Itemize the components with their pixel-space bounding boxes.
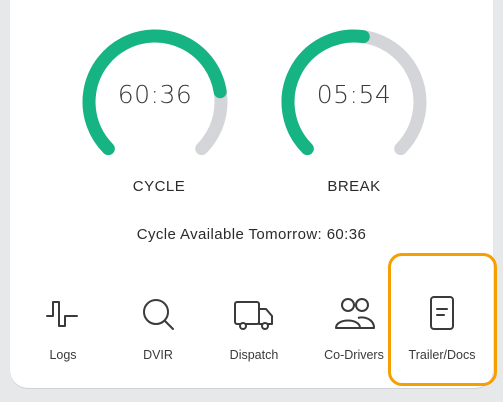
cycle-label: CYCLE: [132, 178, 186, 195]
truck-icon: [234, 301, 273, 330]
nav-dvir[interactable]: DVIR: [112, 292, 204, 372]
cycle-available-tomorrow: Cycle Available Tomorrow: 60:36: [136, 226, 367, 243]
nav-logs-label: Logs: [49, 348, 77, 362]
search-icon: [143, 299, 174, 330]
trailer-docs-highlight: [388, 253, 497, 386]
break-label: BREAK: [327, 178, 381, 195]
nav-co-drivers-label: Co-Drivers: [324, 348, 384, 362]
nav-co-drivers[interactable]: Co-Drivers: [308, 292, 400, 372]
nav-dispatch[interactable]: Dispatch: [208, 292, 300, 372]
cycle-time-value: 60:36: [117, 80, 193, 109]
users-icon: [335, 298, 375, 329]
break-time-value: 05:54: [316, 80, 392, 109]
break-gauge: 05:54: [274, 22, 434, 182]
cycle-gauge: 60:36: [75, 22, 235, 182]
nav-dvir-label: DVIR: [143, 348, 173, 362]
logs-wave-icon: [46, 301, 78, 327]
nav-logs[interactable]: Logs: [17, 292, 109, 372]
nav-dispatch-label: Dispatch: [229, 348, 279, 362]
